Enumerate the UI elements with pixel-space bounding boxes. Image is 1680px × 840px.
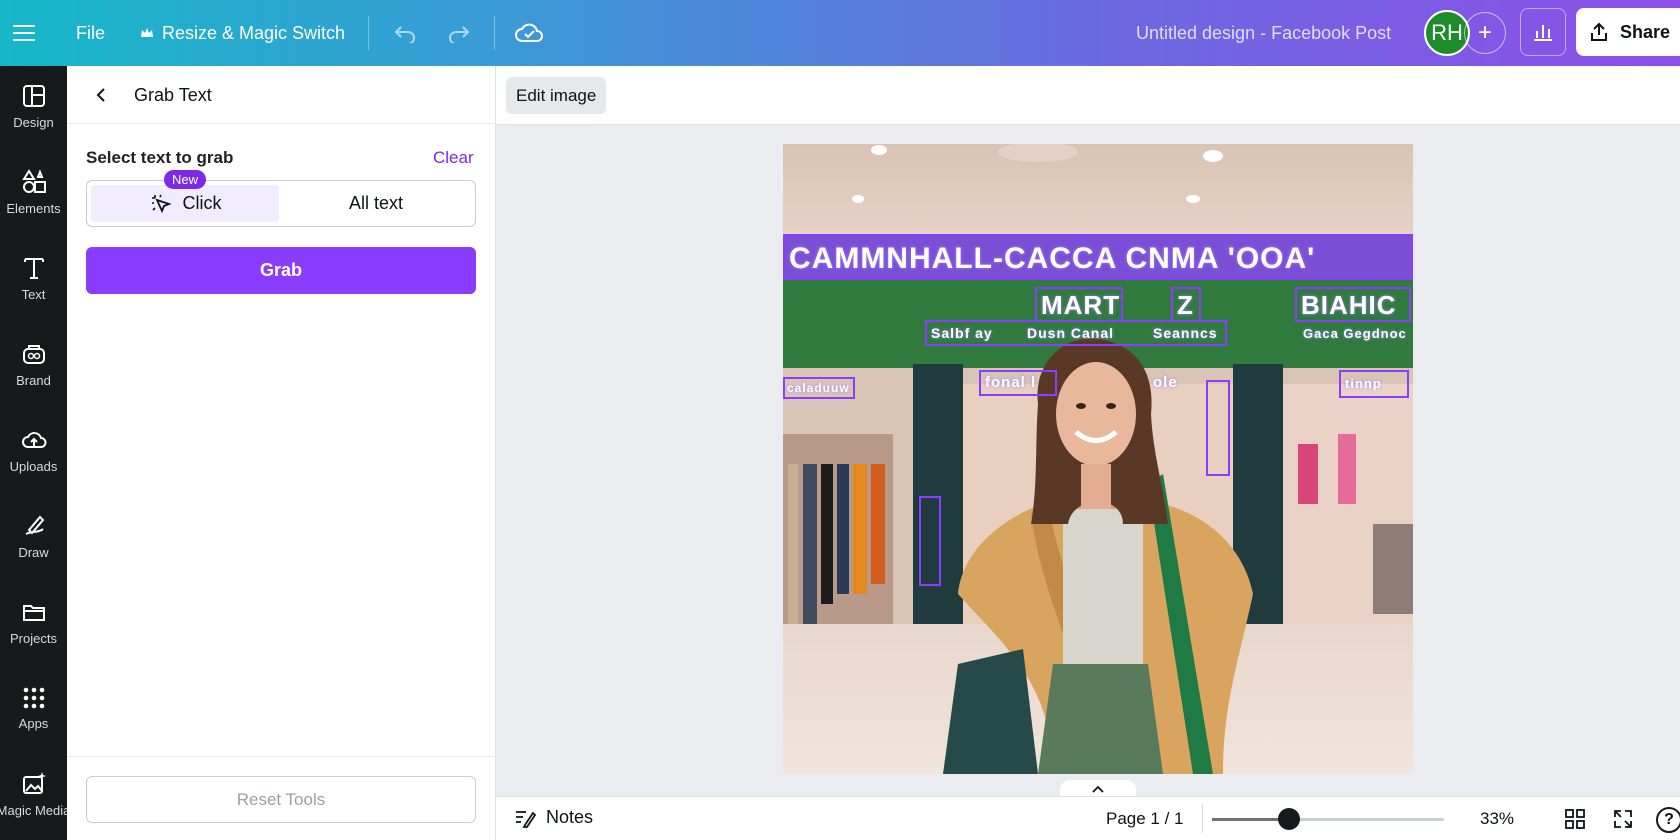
rail-item-design[interactable]: Design [0,66,67,146]
bar-chart-icon [1534,25,1552,41]
divider [494,16,495,50]
help-button[interactable]: ? [1656,807,1680,833]
ocr-highlight-box[interactable] [919,496,941,586]
back-icon[interactable] [89,83,113,107]
notes-icon [516,810,536,828]
rail-item-brand[interactable]: Brand [0,324,67,404]
apps-icon [23,687,44,708]
rail-label: Projects [10,630,57,646]
context-toolbar: Edit image [496,66,1680,125]
insights-button[interactable] [1520,8,1566,56]
rail-item-apps[interactable]: Apps [0,668,67,748]
zoom-value[interactable]: 33% [1480,809,1514,829]
clear-button[interactable]: Clear [433,148,474,168]
grab-mode-toggle: Click All text [86,180,476,227]
crown-icon [140,23,154,44]
fullscreen-icon[interactable] [1612,808,1634,830]
bottom-bar: Notes Page 1 / 1 33% ? [496,796,1680,840]
undo-icon [394,26,415,43]
rail-label: Draw [18,544,49,560]
rail-item-elements[interactable]: Elements [0,152,67,232]
rail-item-projects[interactable]: Projects [0,582,67,662]
zoom-slider[interactable] [1212,808,1444,830]
rail-item-draw[interactable]: Draw [0,496,67,576]
rail-item-magic-media[interactable]: Magic Media [0,754,67,834]
top-bar: File Resize & Magic Switch Untitled desi… [0,0,1680,66]
menu-icon[interactable] [8,0,40,66]
text-icon [23,257,44,279]
reset-tools-button[interactable]: Reset Tools [86,776,476,823]
page-indicator[interactable]: Page 1 / 1 [1106,809,1184,829]
share-button[interactable]: Share [1576,8,1680,56]
rail-label: Text [21,286,46,302]
redo-button[interactable] [444,0,474,66]
design-canvas-image[interactable]: CAMMNHALL-CACCA CNMA 'OOA' MART Z BIAHIC… [783,144,1413,774]
click-mode-label: Click [182,193,222,213]
resize-magic-switch-button[interactable]: Resize & Magic Switch [140,0,345,66]
divider [1202,805,1203,833]
left-small-sign-text: caladuuw [787,381,850,395]
ocr-highlight-box[interactable] [1206,380,1230,476]
magic-media-icon [22,771,46,794]
select-text-label: Select text to grab [86,148,234,167]
notes-label: Notes [546,807,594,827]
uploads-icon [21,431,46,448]
grab-text-panel: Grab Text Select text to grab Clear Clic… [67,66,496,840]
panel-title: Grab Text [134,85,212,105]
all-text-option[interactable]: All text [281,185,471,222]
elements-icon [21,168,46,193]
add-collaborator-button[interactable]: + [1464,12,1506,54]
grid-view-icon[interactable] [1564,808,1586,830]
brand-icon [22,344,45,364]
rail-label: Design [13,114,54,130]
sub-sign-text-1: Salbf ay [931,325,993,341]
new-badge: New [164,170,207,189]
panel-header: Grab Text [67,66,496,124]
banner-text: CAMMNHALL-CACCA CNMA 'OOA' [789,242,1316,275]
document-title[interactable]: Untitled design - Facebook Post [1136,0,1391,66]
undo-button[interactable] [390,0,420,66]
notes-button[interactable]: Notes [514,807,593,828]
cloud-save-icon[interactable] [514,0,544,66]
redo-icon [449,26,470,43]
right-sub-sign-text: Gaca Gegdnoc [1303,326,1407,341]
click-mode-option[interactable]: Click [91,185,279,222]
mid-sign-text-2: ole [1153,374,1178,391]
rail-label: Apps [18,715,49,731]
chevron-up-icon [1092,785,1104,793]
sub-sign-text-2: Dusn Canal [1027,325,1115,341]
grab-button[interactable]: Grab [86,247,476,294]
z-sign-text: Z [1177,290,1194,320]
divider [368,16,369,50]
rail-item-text[interactable]: Text [0,238,67,318]
rail-label: Uploads [9,458,58,474]
rail-item-uploads[interactable]: Uploads [0,410,67,490]
resize-label: Resize & Magic Switch [162,22,346,43]
zoom-slider-handle[interactable] [1278,808,1300,830]
right-sign-text: BIAHIC [1301,290,1397,320]
left-rail: Design Elements Text Brand Uploads Draw … [0,66,67,840]
rail-label: Brand [16,372,51,388]
rail-label: Magic Media [0,802,67,818]
file-menu-button[interactable]: File [76,0,105,66]
share-label: Share [1620,21,1671,42]
draw-icon [24,515,44,535]
projects-icon [22,604,45,621]
divider [67,756,496,757]
sub-sign-text-3: Seanncs [1153,325,1218,341]
edit-image-button[interactable]: Edit image [506,77,607,114]
rail-label: Elements [6,200,61,216]
mart-sign-text: MART [1041,290,1121,320]
share-icon [1591,22,1607,41]
mid-sign-text: fonal l [985,374,1037,391]
design-icon [22,84,45,107]
right-small-sign-text: tinnp [1345,376,1382,391]
magic-cursor-icon [151,194,172,213]
